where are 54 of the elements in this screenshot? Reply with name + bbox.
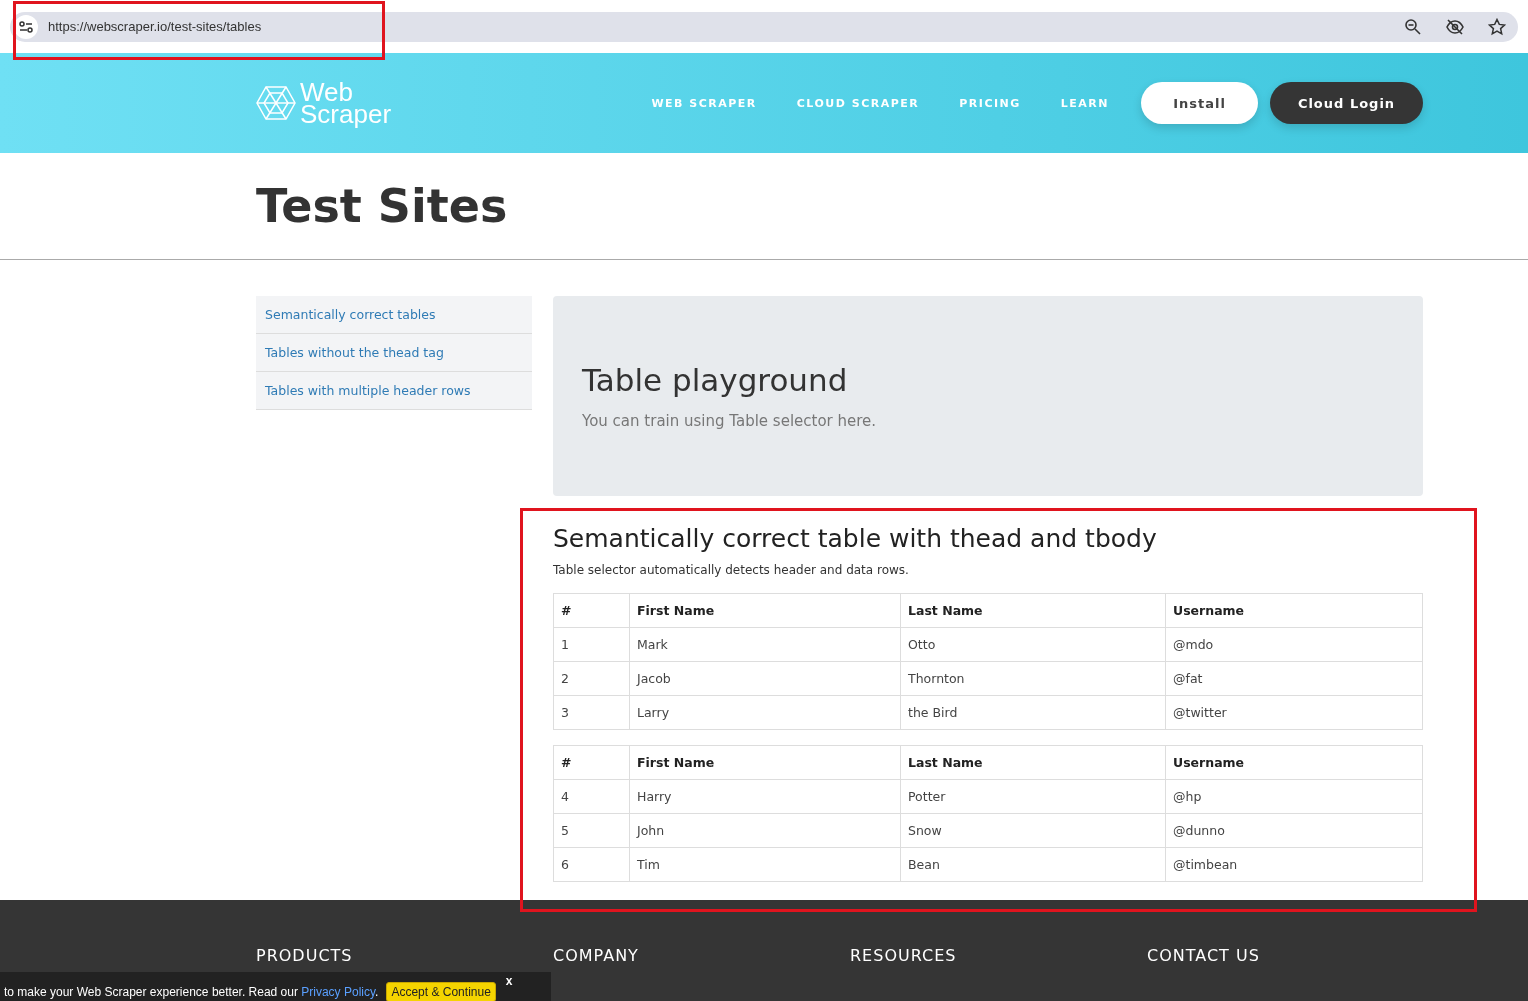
column-header: Last Name — [900, 745, 1166, 780]
table-cell: Thornton — [900, 661, 1166, 696]
page-title: Test Sites — [256, 179, 508, 233]
table-cell: 1 — [553, 627, 630, 662]
section-subtitle: Table selector automatically detects header and data rows. — [553, 563, 910, 577]
column-header: First Name — [629, 745, 901, 780]
column-header: Last Name — [900, 593, 1166, 628]
table-cell: Tim — [629, 847, 901, 882]
cookie-text: to make your Web Scraper experience better. Read our Privacy Policy. — [4, 984, 379, 999]
footer-heading: RESOURCES — [850, 946, 958, 966]
column-header: # — [553, 745, 630, 780]
eye-slash-icon[interactable] — [1446, 17, 1464, 36]
column-header: Username — [1165, 593, 1423, 628]
jumbotron-text: You can train using Table selector here. — [582, 412, 878, 430]
table-cell: 6 — [553, 847, 630, 882]
zoom-out-icon[interactable] — [1404, 17, 1422, 36]
table-cell: the Bird — [900, 695, 1166, 730]
table-cell: Otto — [900, 627, 1166, 662]
accept-button[interactable]: Accept & Continue — [386, 981, 496, 1001]
table-cell: Mark — [629, 627, 901, 662]
close-button[interactable]: x — [503, 972, 515, 990]
section-title: Semantically correct table with thead and tbody — [553, 524, 1158, 553]
footer-heading: PRODUCTS — [256, 946, 354, 966]
table-cell: Harry — [629, 779, 901, 814]
table-cell: Jacob — [629, 661, 901, 696]
table-cell: @fat — [1165, 661, 1423, 696]
install-button[interactable]: Install — [1141, 82, 1258, 124]
table-cell: Snow — [900, 813, 1166, 848]
table-cell: @dunno — [1165, 813, 1423, 848]
table-cell: @hp — [1165, 779, 1423, 814]
table-cell: 4 — [553, 779, 630, 814]
logo-web-icon — [256, 85, 296, 121]
table-cell: Bean — [900, 847, 1166, 882]
site-settings-icon[interactable] — [14, 14, 38, 39]
column-header: # — [553, 593, 630, 628]
table-cell: Potter — [900, 779, 1166, 814]
star-icon[interactable] — [1488, 17, 1506, 36]
table-cell: John — [629, 813, 901, 848]
sidebar-link[interactable]: Semantically correct tables — [256, 296, 532, 334]
table-cell: 3 — [553, 695, 630, 730]
table-cell: @mdo — [1165, 627, 1423, 662]
footer-heading: COMPANY — [553, 946, 640, 966]
table-cell: Larry — [629, 695, 901, 730]
sidebar-link[interactable]: Tables with multiple header rows — [256, 372, 532, 410]
column-header: Username — [1165, 745, 1423, 780]
cloud-login-button[interactable]: Cloud Login — [1270, 82, 1423, 124]
sidebar-link[interactable]: Tables without the thead tag — [256, 334, 532, 372]
table-cell: 2 — [553, 661, 630, 696]
footer-heading: CONTACT US — [1147, 946, 1261, 966]
table-cell: 5 — [553, 813, 630, 848]
table-cell: @timbean — [1165, 847, 1423, 882]
table-cell: @twitter — [1165, 695, 1423, 730]
column-header: First Name — [629, 593, 901, 628]
jumbotron-title: Table playground — [582, 362, 849, 398]
